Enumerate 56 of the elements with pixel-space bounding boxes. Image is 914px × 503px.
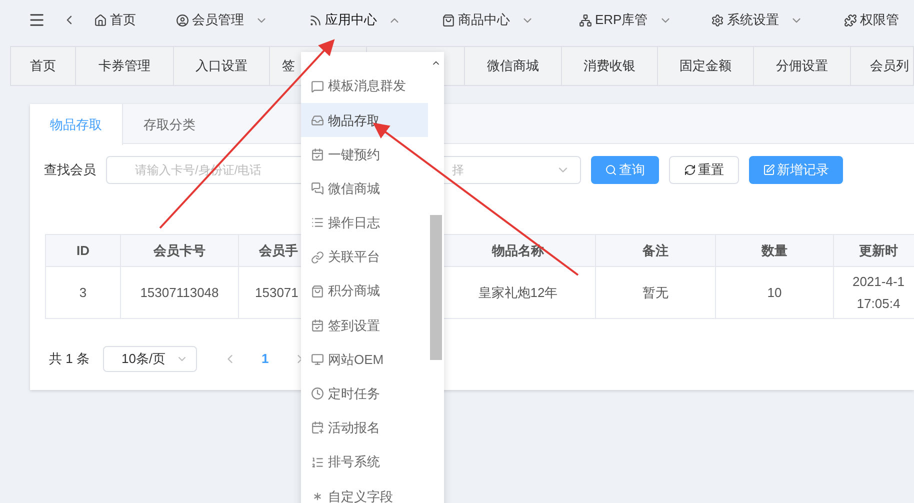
- nav-menu-item[interactable]: 应用中心: [309, 10, 401, 30]
- page-tab[interactable]: 固定金额: [658, 47, 754, 85]
- page-tab[interactable]: 会员列: [851, 47, 914, 85]
- shopping-bag-icon: [442, 14, 455, 26]
- column-header: ID: [76, 242, 90, 260]
- page-tab[interactable]: 微信商城: [465, 47, 562, 85]
- page-size-select[interactable]: 10条/页: [103, 346, 198, 372]
- table-cell-text: 2021-4-1 17:05:4: [852, 272, 905, 312]
- total-count: 共 1 条: [49, 350, 90, 368]
- chat-bubbles-icon: [311, 182, 324, 196]
- shopping-bag-icon: [311, 284, 324, 298]
- column-header: 备注: [642, 242, 668, 260]
- chat-bubble-icon: [311, 80, 324, 93]
- calendar-check-icon: [311, 318, 324, 332]
- nav-menu-item[interactable]: 商品中心: [442, 10, 534, 30]
- page-tab[interactable]: 消费收银: [562, 47, 658, 85]
- table-cell-text: 153071: [255, 284, 298, 302]
- edit-icon: [763, 164, 775, 176]
- action-button[interactable]: 重置: [669, 156, 739, 184]
- page-tab[interactable]: 首页: [11, 47, 76, 85]
- table-cell-text: 15307113048: [140, 284, 219, 302]
- list-icon: [311, 216, 324, 230]
- search-icon: [605, 164, 617, 176]
- card-tab[interactable]: 存取分类: [123, 104, 216, 145]
- clock-icon: [311, 387, 324, 400]
- column-header: 会员手: [259, 242, 298, 260]
- page-tab[interactable]: 卡券管理: [76, 47, 174, 85]
- table-cell-text: 3: [79, 284, 87, 302]
- rss-icon: [309, 14, 322, 26]
- scrollbar-thumb[interactable]: [430, 215, 442, 360]
- calendar-check-icon: [311, 148, 324, 161]
- link-icon: [311, 250, 324, 264]
- calendar-plus-icon: [311, 421, 324, 434]
- nav-menu-item[interactable]: 首页: [94, 10, 136, 30]
- inbox-icon: [311, 114, 324, 127]
- numbered-list-icon: [311, 456, 324, 469]
- nav-menu-item[interactable]: ERP库管: [579, 10, 672, 30]
- column-header: 数量: [762, 242, 788, 260]
- puzzle-icon: [844, 14, 857, 26]
- sitemap-icon: [579, 14, 592, 26]
- nav-menu-item[interactable]: 系统设置: [711, 10, 803, 30]
- monitor-icon: [311, 353, 324, 366]
- column-header: 更新时: [859, 242, 898, 260]
- settings-icon: [711, 14, 724, 26]
- table-cell-text: 10: [767, 284, 782, 302]
- column-header: 会员卡号: [154, 242, 206, 260]
- user-icon: [176, 14, 189, 26]
- table-cell-text: 皇家礼炮12年: [478, 284, 558, 302]
- home-icon: [94, 14, 107, 26]
- page-tab[interactable]: 分佣设置: [754, 47, 851, 85]
- nav-menu-item[interactable]: 会员管理: [176, 10, 268, 30]
- nav-menu-item[interactable]: 权限管: [844, 10, 899, 30]
- search-label: 查找会员: [44, 161, 96, 180]
- page-tab[interactable]: 入口设置: [174, 47, 270, 85]
- refresh-icon: [684, 164, 696, 176]
- table-cell-text: 暂无: [642, 284, 668, 302]
